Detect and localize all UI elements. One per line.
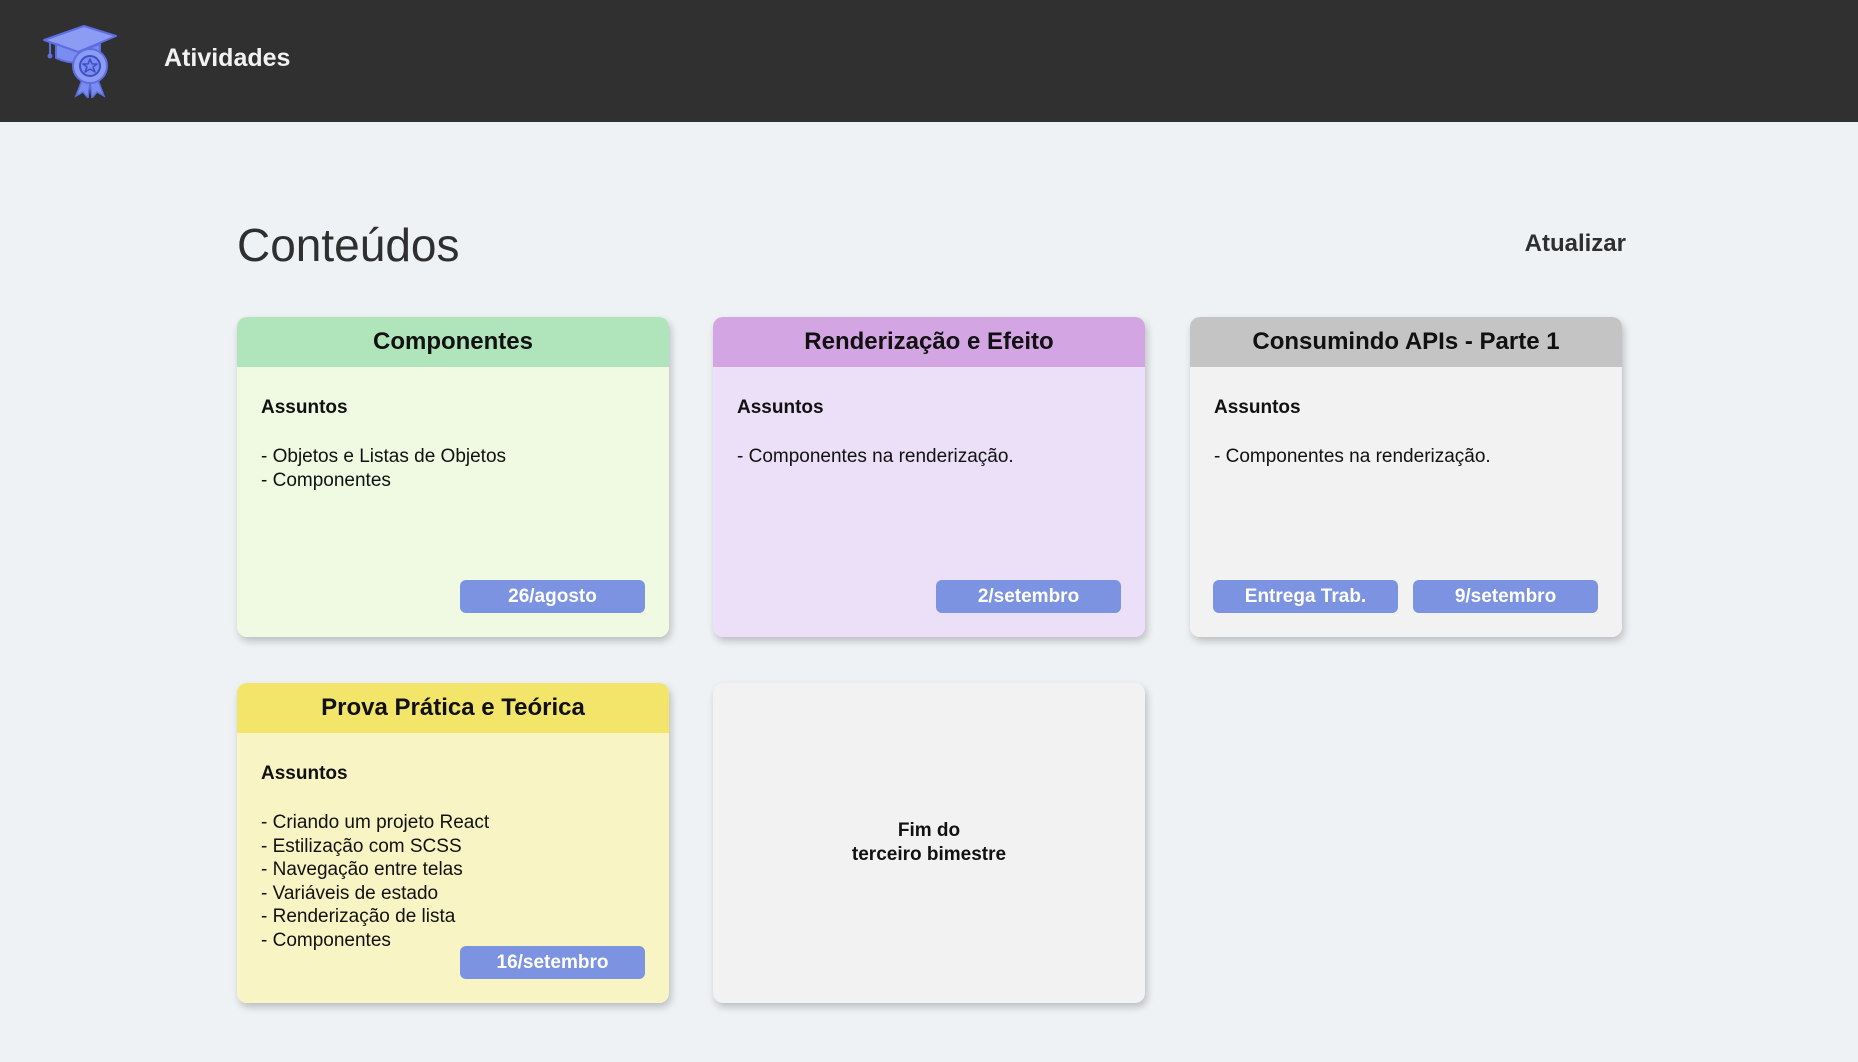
content-card[interactable]: Consumindo APIs - Parte 1 Assuntos - Com… [1190,317,1622,637]
card-title: Prova Prática e Teórica [237,683,669,733]
end-of-term-line: Fim do [897,820,961,841]
app-title: Atividades [164,44,291,72]
card-body: Assuntos - Objetos e Listas de Objetos -… [237,367,669,637]
content-card[interactable]: Renderização e Efeito Assuntos - Compone… [713,317,1145,637]
topic-item: - Renderização de lista [261,906,456,927]
card-title: Consumindo APIs - Parte 1 [1190,317,1622,367]
topic-item: - Objetos e Listas de Objetos [261,446,507,467]
content-card[interactable]: Componentes Assuntos - Objetos e Listas … [237,317,669,637]
card-body: Assuntos - Componentes na renderização. … [713,367,1145,637]
date-badge: 9/setembro [1413,580,1598,613]
topic-item: - Navegação entre telas [261,859,463,880]
card-title: Componentes [237,317,669,367]
end-of-term-card: Fim do terceiro bimestre [713,683,1145,1003]
topic-item: - Criando um projeto React [261,812,490,833]
refresh-button[interactable]: Atualizar [1525,230,1626,258]
subjects-label: Assuntos [1214,397,1301,418]
page-title: Conteúdos [237,219,460,271]
end-of-term-text: Fim do terceiro bimestre [852,819,1006,867]
topic-item: - Componentes na renderização. [1214,446,1491,467]
delivery-badge: Entrega Trab. [1213,580,1398,613]
date-badge: 26/agosto [460,580,645,613]
topic-item: - Estilização com SCSS [261,835,462,857]
subjects-label: Assuntos [261,763,348,784]
content-card[interactable]: Prova Prática e Teórica Assuntos - Crian… [237,683,669,1003]
subjects-label: Assuntos [261,397,348,418]
date-badge: 2/setembro [936,580,1121,613]
card-body: Assuntos - Componentes na renderização. … [1190,367,1622,637]
topic-item: - Componentes [261,469,391,491]
topic-item: - Componentes na renderização. [737,446,1014,467]
date-badge: 16/setembro [460,946,645,979]
subjects-label: Assuntos [737,397,824,418]
topic-item: - Variáveis de estado [261,882,439,904]
card-body: Assuntos - Criando um projeto React - Es… [237,733,669,1003]
card-title: Renderização e Efeito [713,317,1145,367]
end-of-term-line: terceiro bimestre [851,844,1007,865]
graduation-cap-award-icon [43,25,117,98]
top-bar: Atividades [0,0,1858,122]
